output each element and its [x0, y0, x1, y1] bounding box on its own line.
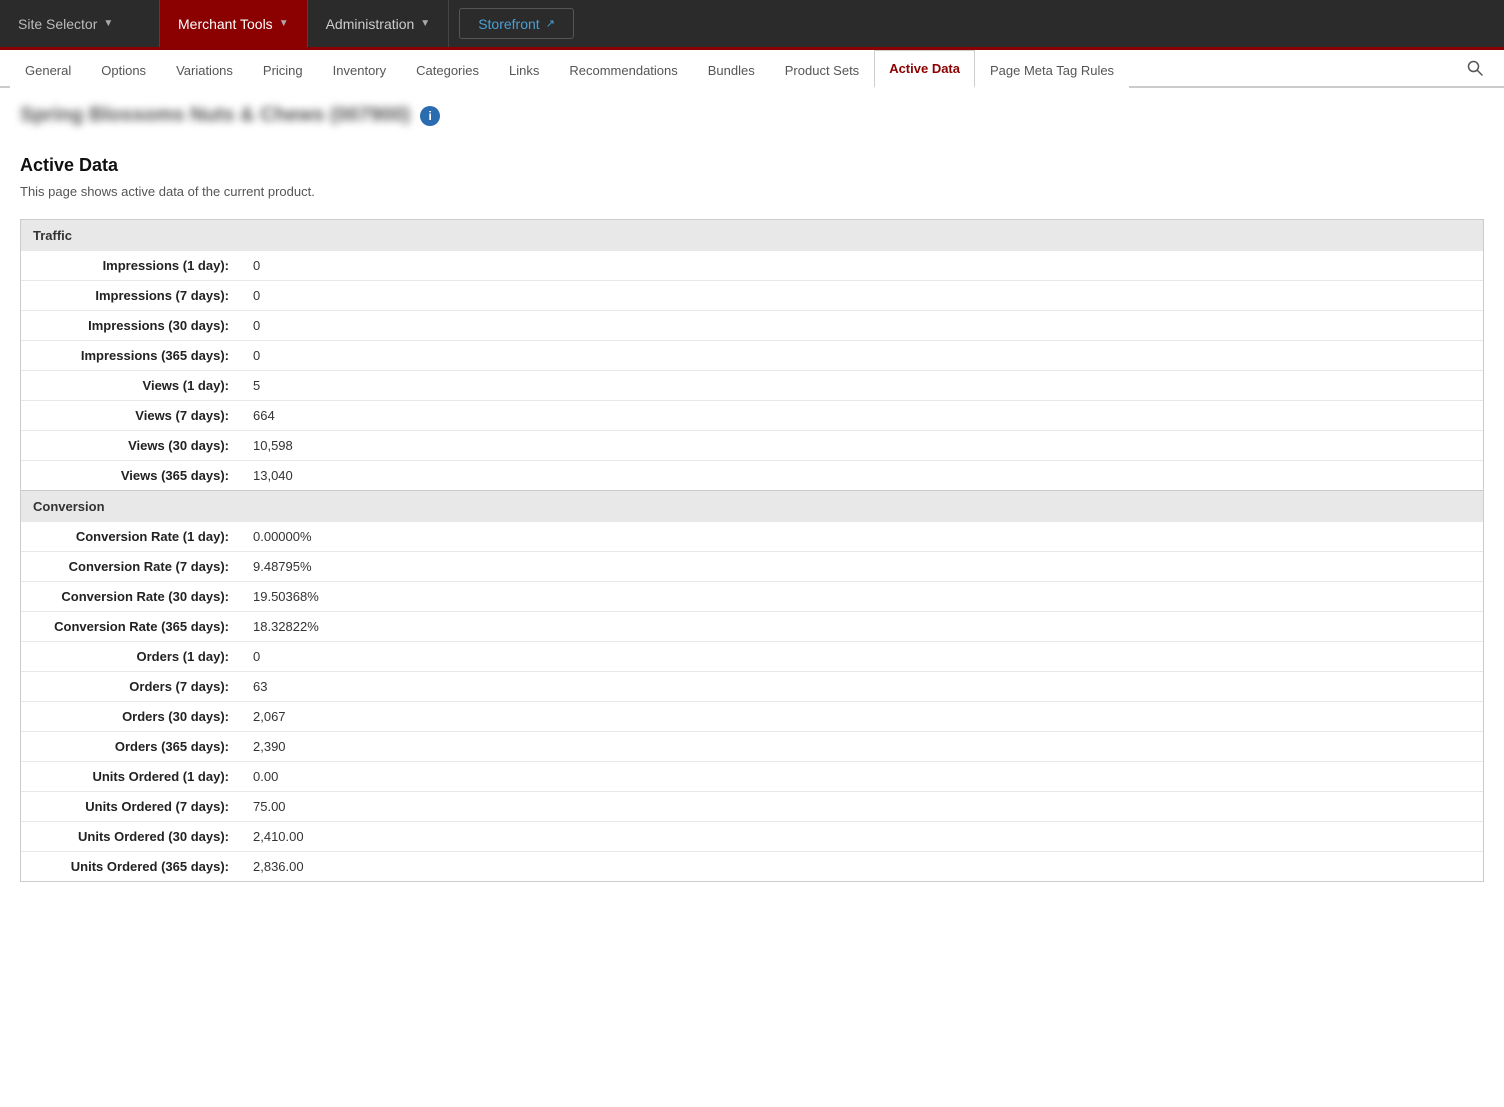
conversion-section: Conversion Conversion Rate (1 day): 0.00…	[20, 491, 1484, 882]
main-content: Spring Blossoms Nuts & Chews (007900) i …	[0, 88, 1504, 898]
tab-product-sets[interactable]: Product Sets	[770, 52, 874, 88]
traffic-value: 5	[241, 371, 272, 400]
conversion-row: Conversion Rate (1 day): 0.00000%	[21, 522, 1483, 551]
site-selector-chevron: ▼	[103, 18, 113, 29]
conversion-row: Units Ordered (1 day): 0.00	[21, 761, 1483, 791]
conversion-value: 0.00	[241, 762, 290, 791]
traffic-row: Impressions (7 days): 0	[21, 280, 1483, 310]
traffic-row: Views (365 days): 13,040	[21, 460, 1483, 490]
conversion-value: 75.00	[241, 792, 298, 821]
site-selector[interactable]: Site Selector ▼	[0, 0, 160, 47]
conversion-label: Conversion Rate (365 days):	[21, 612, 241, 641]
conversion-label: Orders (1 day):	[21, 642, 241, 671]
conversion-row: Units Ordered (30 days): 2,410.00	[21, 821, 1483, 851]
conversion-value: 2,067	[241, 702, 298, 731]
tab-categories[interactable]: Categories	[401, 52, 494, 88]
page-description: This page shows active data of the curre…	[20, 184, 1484, 199]
traffic-row: Views (1 day): 5	[21, 370, 1483, 400]
conversion-value: 9.48795%	[241, 552, 324, 581]
traffic-row: Impressions (1 day): 0	[21, 251, 1483, 280]
site-selector-label: Site Selector	[18, 16, 97, 32]
conversion-value: 0	[241, 642, 272, 671]
traffic-label: Impressions (7 days):	[21, 281, 241, 310]
page-heading: Active Data	[20, 155, 1484, 176]
conversion-label: Conversion Rate (1 day):	[21, 522, 241, 551]
conversion-label: Conversion Rate (30 days):	[21, 582, 241, 611]
conversion-rows: Conversion Rate (1 day): 0.00000% Conver…	[21, 522, 1483, 881]
conversion-row: Conversion Rate (365 days): 18.32822%	[21, 611, 1483, 641]
conversion-row: Orders (1 day): 0	[21, 641, 1483, 671]
conversion-value: 63	[241, 672, 279, 701]
conversion-value: 2,836.00	[241, 852, 316, 881]
tab-links[interactable]: Links	[494, 52, 554, 88]
tab-inventory[interactable]: Inventory	[318, 52, 401, 88]
traffic-section-header: Traffic	[21, 220, 1483, 251]
external-link-icon: ↗	[546, 17, 555, 30]
tab-options[interactable]: Options	[86, 52, 161, 88]
traffic-value: 0	[241, 311, 272, 340]
merchant-tools-chevron: ▼	[279, 18, 289, 29]
traffic-label: Impressions (30 days):	[21, 311, 241, 340]
conversion-label: Units Ordered (30 days):	[21, 822, 241, 851]
conversion-value: 19.50368%	[241, 582, 331, 611]
tab-pricing[interactable]: Pricing	[248, 52, 318, 88]
top-navigation: Site Selector ▼ Merchant Tools ▼ Adminis…	[0, 0, 1504, 50]
conversion-row: Orders (30 days): 2,067	[21, 701, 1483, 731]
traffic-value: 0	[241, 251, 272, 280]
traffic-label: Impressions (1 day):	[21, 251, 241, 280]
administration-menu[interactable]: Administration ▼	[308, 0, 450, 47]
product-title: Spring Blossoms Nuts & Chews (007900)	[20, 104, 410, 127]
traffic-section: Traffic Impressions (1 day): 0 Impressio…	[20, 219, 1484, 491]
traffic-value: 664	[241, 401, 287, 430]
conversion-row: Conversion Rate (7 days): 9.48795%	[21, 551, 1483, 581]
conversion-label: Units Ordered (365 days):	[21, 852, 241, 881]
tab-bundles[interactable]: Bundles	[693, 52, 770, 88]
info-icon[interactable]: i	[420, 106, 440, 126]
conversion-value: 18.32822%	[241, 612, 331, 641]
traffic-label: Views (7 days):	[21, 401, 241, 430]
tab-general[interactable]: General	[10, 52, 86, 88]
traffic-row: Impressions (30 days): 0	[21, 310, 1483, 340]
conversion-row: Units Ordered (365 days): 2,836.00	[21, 851, 1483, 881]
traffic-rows: Impressions (1 day): 0 Impressions (7 da…	[21, 251, 1483, 490]
conversion-section-header: Conversion	[21, 491, 1483, 522]
conversion-row: Orders (365 days): 2,390	[21, 731, 1483, 761]
conversion-row: Conversion Rate (30 days): 19.50368%	[21, 581, 1483, 611]
traffic-label: Views (365 days):	[21, 461, 241, 490]
conversion-row: Orders (7 days): 63	[21, 671, 1483, 701]
conversion-value: 2,410.00	[241, 822, 316, 851]
tab-variations[interactable]: Variations	[161, 52, 248, 88]
conversion-label: Orders (365 days):	[21, 732, 241, 761]
tab-search-icon[interactable]	[1456, 53, 1494, 86]
tab-bar: General Options Variations Pricing Inven…	[0, 50, 1504, 88]
traffic-label: Impressions (365 days):	[21, 341, 241, 370]
product-title-bar: Spring Blossoms Nuts & Chews (007900) i	[20, 104, 1484, 139]
conversion-row: Units Ordered (7 days): 75.00	[21, 791, 1483, 821]
conversion-label: Orders (7 days):	[21, 672, 241, 701]
storefront-link[interactable]: Storefront ↗	[459, 8, 574, 39]
merchant-tools-menu[interactable]: Merchant Tools ▼	[160, 0, 308, 47]
administration-label: Administration	[326, 16, 415, 32]
tab-recommendations[interactable]: Recommendations	[554, 52, 692, 88]
traffic-value: 10,598	[241, 431, 305, 460]
traffic-value: 0	[241, 281, 272, 310]
conversion-label: Conversion Rate (7 days):	[21, 552, 241, 581]
traffic-value: 0	[241, 341, 272, 370]
conversion-value: 2,390	[241, 732, 298, 761]
storefront-label: Storefront	[478, 16, 539, 32]
administration-chevron: ▼	[420, 18, 430, 29]
conversion-label: Orders (30 days):	[21, 702, 241, 731]
conversion-label: Units Ordered (1 day):	[21, 762, 241, 791]
traffic-row: Impressions (365 days): 0	[21, 340, 1483, 370]
conversion-label: Units Ordered (7 days):	[21, 792, 241, 821]
merchant-tools-label: Merchant Tools	[178, 16, 273, 32]
traffic-label: Views (30 days):	[21, 431, 241, 460]
tab-page-meta-tag-rules[interactable]: Page Meta Tag Rules	[975, 52, 1129, 88]
traffic-row: Views (30 days): 10,598	[21, 430, 1483, 460]
tab-active-data[interactable]: Active Data	[874, 50, 975, 88]
conversion-value: 0.00000%	[241, 522, 324, 551]
traffic-value: 13,040	[241, 461, 305, 490]
traffic-label: Views (1 day):	[21, 371, 241, 400]
traffic-row: Views (7 days): 664	[21, 400, 1483, 430]
